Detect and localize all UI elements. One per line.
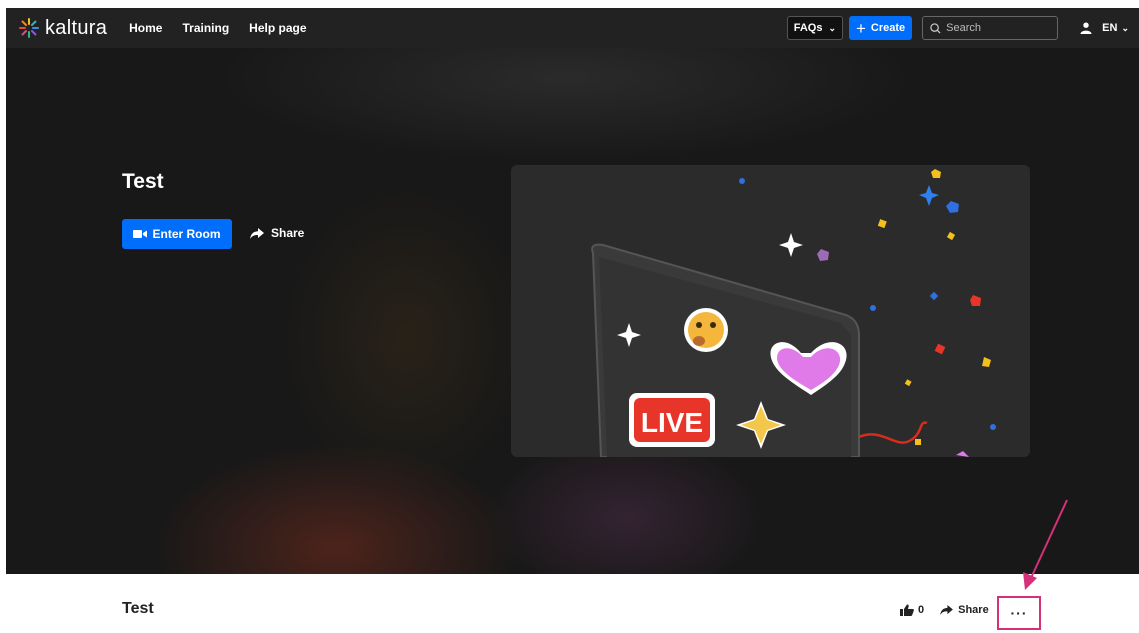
thumbs-up-icon [900, 604, 914, 616]
main-nav: Home Training Help page [129, 21, 326, 35]
nav-link-help-page[interactable]: Help page [249, 21, 306, 35]
more-options-button[interactable]: ··· [997, 596, 1041, 630]
user-icon [1080, 22, 1092, 34]
nav-link-training[interactable]: Training [182, 21, 229, 35]
video-camera-icon [133, 230, 148, 238]
share-arrow-icon [250, 227, 264, 239]
kaltura-logo[interactable]: kaltura [18, 8, 107, 48]
like-count: 0 [918, 604, 925, 616]
search-icon [930, 22, 941, 34]
chevron-down-icon: ⌄ [1121, 22, 1129, 33]
nav-right-group: FAQs ⌄ + Create EN ⌄ [786, 8, 1139, 48]
nav-link-home[interactable]: Home [129, 21, 162, 35]
annotation-arrow-icon [1023, 499, 1068, 590]
kaltura-burst-icon [19, 18, 39, 38]
faqs-dropdown[interactable]: FAQs ⌄ [786, 16, 843, 40]
enter-room-button[interactable]: Enter Room [122, 219, 232, 249]
search-input[interactable] [946, 22, 1047, 34]
entry-title: Test [122, 600, 154, 617]
like-button[interactable]: 0 [900, 604, 924, 616]
create-button[interactable]: + Create [848, 16, 913, 40]
laptop-stickers-illustration: LIVE [591, 169, 996, 457]
entry-share-label: Share [958, 604, 989, 616]
hero-banner: Test Enter Room Share LIVE [6, 48, 1139, 574]
user-menu[interactable] [1080, 22, 1092, 34]
live-badge-text: LIVE [641, 407, 703, 438]
room-thumbnail[interactable]: LIVE [511, 165, 1030, 457]
brand-name: kaltura [45, 16, 108, 39]
language-selector[interactable]: EN ⌄ [1102, 22, 1129, 34]
language-label: EN [1102, 22, 1118, 34]
search-box[interactable] [922, 16, 1059, 40]
more-options-icon: ··· [1010, 605, 1028, 621]
hero-share-button[interactable]: Share [250, 226, 304, 240]
entry-share-button[interactable]: Share [940, 604, 989, 616]
create-label: Create [870, 22, 906, 34]
plus-icon: + [855, 18, 866, 38]
entry-actions: 0 Share [900, 604, 989, 616]
chevron-down-icon: ⌄ [828, 22, 836, 33]
faqs-label: FAQs [793, 22, 823, 34]
share-arrow-icon [940, 605, 953, 615]
hero-share-label: Share [271, 226, 305, 240]
enter-room-label: Enter Room [152, 227, 221, 241]
hero-title: Test [122, 170, 164, 193]
top-nav-bar: kaltura Home Training Help page FAQs ⌄ +… [6, 8, 1139, 48]
